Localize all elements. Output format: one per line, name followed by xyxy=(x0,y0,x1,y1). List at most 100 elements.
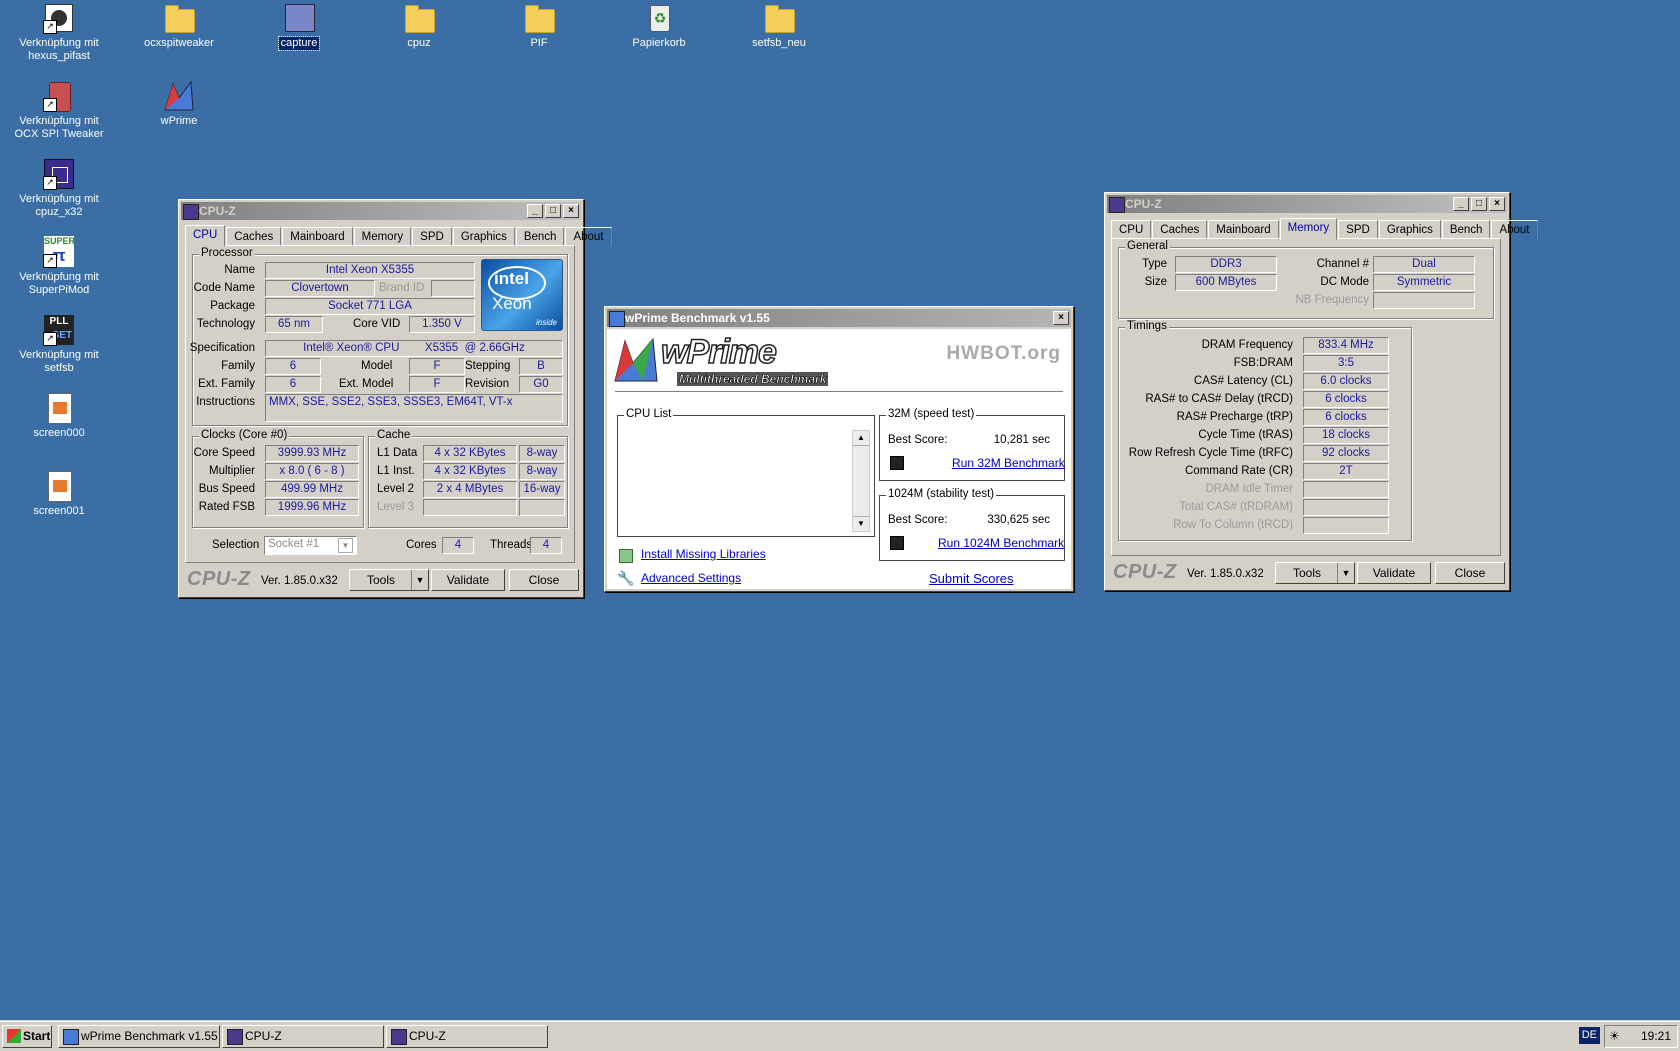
name-label: Name xyxy=(224,264,255,276)
desktop-icon-ocxspitweaker[interactable]: ocxspitweaker xyxy=(124,2,234,50)
tab-about[interactable]: About xyxy=(1491,220,1538,240)
desktop-icon-cpuz-x32[interactable]: ↗ Verknüpfung mit cpuz_x32 xyxy=(4,158,114,219)
taskbar-item-label: CPU-Z xyxy=(245,1029,282,1043)
folder-icon xyxy=(523,2,555,34)
timing-label: CAS# Latency (CL) xyxy=(1193,375,1293,387)
tools-button[interactable]: Tools ▼ xyxy=(349,569,429,591)
advanced-settings-link[interactable]: Advanced Settings xyxy=(641,571,741,585)
cpuz-titlebar[interactable]: CPU-Z _ □ × xyxy=(1107,195,1507,213)
cpuz-brand-logo: CPU-Z xyxy=(187,568,251,590)
level2-value: 2 x 4 MBytes xyxy=(423,481,517,498)
desktop-icon-ocx-spi-tweaker[interactable]: ↗ Verknüpfung mit OCX SPI Tweaker xyxy=(4,80,114,141)
tab-mainboard[interactable]: Mainboard xyxy=(1208,220,1279,240)
desktop-icon-cpuz[interactable]: cpuz xyxy=(364,2,474,50)
package-label: Package xyxy=(210,300,255,312)
l1-data-value: 4 x 32 KBytes xyxy=(423,445,517,462)
floppy-save-icon xyxy=(890,456,904,470)
close-window-button[interactable]: × xyxy=(563,204,579,218)
family-label: Family xyxy=(221,360,255,372)
tab-mainboard[interactable]: Mainboard xyxy=(282,227,353,247)
cpuz-app-icon xyxy=(183,204,199,220)
cpuz-titlebar[interactable]: CPU-Z _ □ × xyxy=(181,202,581,220)
maximize-button[interactable]: □ xyxy=(1471,197,1487,211)
cpuz-app-icon: ↗ xyxy=(43,158,75,190)
desktop-icon-capture[interactable]: capture xyxy=(244,2,354,51)
tab-graphics[interactable]: Graphics xyxy=(1378,220,1441,240)
desktop-icon-screen000[interactable]: screen000 xyxy=(4,392,114,440)
tab-spd[interactable]: SPD xyxy=(1338,220,1378,240)
brand-id-label: Brand ID xyxy=(379,282,425,294)
tab-bench[interactable]: Bench xyxy=(515,227,565,247)
image-file-icon xyxy=(43,392,75,424)
l1-inst-label: L1 Inst. xyxy=(377,465,415,477)
taskbar-item-cpuz-1[interactable]: CPU-Z xyxy=(222,1025,384,1048)
tab-panel: General Type DDR3 Size 600 MBytes Channe… xyxy=(1111,238,1501,556)
desktop-icon-papierkorb[interactable]: ♻ Papierkorb xyxy=(604,2,714,50)
superpi-app-icon: SUPER π ↗ xyxy=(43,236,75,268)
start-button[interactable]: Start xyxy=(2,1025,52,1048)
version-label: Ver. 1.85.0.x32 xyxy=(261,575,338,587)
tab-bench[interactable]: Bench xyxy=(1441,220,1491,240)
tab-cpu[interactable]: CPU xyxy=(185,225,226,247)
tab-graphics[interactable]: Graphics xyxy=(452,227,515,247)
window-title: CPU-Z xyxy=(1125,197,1162,211)
desktop-icon-superpimod[interactable]: SUPER π ↗ Verknüpfung mit SuperPiMod xyxy=(4,236,114,297)
best-score-32m-value: 10,281 sec xyxy=(993,434,1050,446)
tray-app-icon[interactable]: ☀ xyxy=(1609,1029,1620,1043)
timing-label: Cycle Time (tRAS) xyxy=(1198,429,1293,441)
desktop-icon-screen001[interactable]: screen001 xyxy=(4,470,114,518)
desktop-icon-wprime[interactable]: wPrime xyxy=(124,80,234,128)
instructions-value: MMX, SSE, SSE2, SSE3, SSSE3, EM64T, VT-x xyxy=(265,394,563,422)
minimize-button[interactable]: _ xyxy=(527,204,543,218)
pifast-icon: ↗ xyxy=(43,2,75,34)
wprime-titlebar[interactable]: wPrime Benchmark v1.55 × xyxy=(607,309,1071,327)
desktop-icon-setfsb[interactable]: PLL SET ↗ Verknüpfung mit setfsb xyxy=(4,314,114,375)
desktop-icon-pif[interactable]: PIF xyxy=(484,2,594,50)
desktop-icon-label: setfsb_neu xyxy=(752,37,806,49)
scroll-down-icon[interactable]: ▼ xyxy=(853,516,869,531)
scroll-up-icon[interactable]: ▲ xyxy=(853,431,869,446)
validate-button[interactable]: Validate xyxy=(1357,562,1431,584)
wrench-icon: 🔧 xyxy=(617,570,635,586)
desktop-icon-label: cpuz xyxy=(407,37,431,49)
close-button[interactable]: Close xyxy=(509,569,579,591)
tab-caches[interactable]: Caches xyxy=(1152,220,1208,240)
wprime-window: wPrime Benchmark v1.55 × wPrime Multithr… xyxy=(604,306,1074,592)
tab-strip: CPU Caches Mainboard Memory SPD Graphics… xyxy=(185,225,612,247)
maximize-button[interactable]: □ xyxy=(545,204,561,218)
tab-caches[interactable]: Caches xyxy=(226,227,282,247)
taskbar-item-cpuz-2[interactable]: CPU-Z xyxy=(386,1025,548,1048)
cpu-list-scrollbar[interactable]: ▲ ▼ xyxy=(852,430,870,532)
run-1024m-benchmark-link[interactable]: Run 1024M Benchmark xyxy=(938,536,1064,550)
desktop-icon-label: wPrime xyxy=(160,115,198,127)
desktop-icon-label: ocxspitweaker xyxy=(144,37,214,49)
close-button[interactable]: Close xyxy=(1435,562,1505,584)
desktop-icon-hexus-pifast[interactable]: ↗ Verknüpfung mit hexus_pifast xyxy=(4,2,114,63)
language-indicator[interactable]: DE xyxy=(1578,1027,1600,1044)
close-window-button[interactable]: × xyxy=(1489,197,1505,211)
validate-button[interactable]: Validate xyxy=(431,569,505,591)
close-window-button[interactable]: × xyxy=(1053,311,1069,325)
install-missing-libraries-link[interactable]: Install Missing Libraries xyxy=(641,547,766,561)
tab-about[interactable]: About xyxy=(565,227,612,247)
chevron-down-icon[interactable]: ▼ xyxy=(338,538,353,553)
chevron-down-icon[interactable]: ▼ xyxy=(1337,563,1354,583)
clock[interactable]: 19:21 xyxy=(1641,1029,1671,1043)
chevron-down-icon[interactable]: ▼ xyxy=(411,570,428,590)
tools-button[interactable]: Tools ▼ xyxy=(1275,562,1355,584)
desktop-icon-setfsb-neu[interactable]: setfsb_neu xyxy=(724,2,834,50)
run-32m-benchmark-link[interactable]: Run 32M Benchmark xyxy=(952,456,1065,470)
taskbar-item-wprime[interactable]: wPrime Benchmark v1.55 xyxy=(58,1025,220,1048)
minimize-button[interactable]: _ xyxy=(1453,197,1469,211)
submit-scores-link[interactable]: Submit Scores xyxy=(929,571,1014,586)
ext-model-label: Ext. Model xyxy=(339,378,394,390)
tab-cpu[interactable]: CPU xyxy=(1111,220,1152,240)
tab-memory[interactable]: Memory xyxy=(353,227,412,247)
timing-label: RAS# Precharge (tRP) xyxy=(1176,411,1293,423)
size-label: Size xyxy=(1144,276,1167,288)
timing-value: 18 clocks xyxy=(1303,427,1389,444)
tab-spd[interactable]: SPD xyxy=(412,227,452,247)
core-speed-label: Core Speed xyxy=(193,447,255,459)
timings-group: Timings DRAM Frequency 833.4 MHz FSB:DRAM 3… xyxy=(1118,320,1412,541)
tab-memory[interactable]: Memory xyxy=(1279,218,1338,240)
